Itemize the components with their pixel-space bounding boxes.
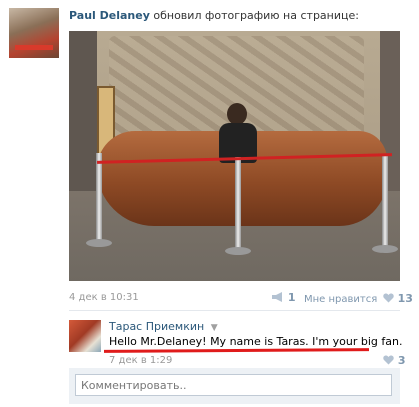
comment-like-button[interactable]: 3 xyxy=(383,354,406,367)
red-underline-annotation xyxy=(103,348,370,353)
post-action-text: обновил фотографию на странице: xyxy=(153,9,359,22)
like-label: Мне нравится xyxy=(304,294,378,305)
megaphone-icon xyxy=(272,292,282,302)
like-button[interactable]: Мне нравится 13 xyxy=(304,292,413,305)
post-header: Paul Delaney обновил фотографию на стран… xyxy=(69,9,359,22)
avatar-sign xyxy=(15,45,53,50)
post-date-link[interactable]: 4 дек в 10:31 xyxy=(69,292,139,303)
divider xyxy=(69,310,400,311)
photo-person-head xyxy=(227,103,247,125)
post-author-link[interactable]: Paul Delaney xyxy=(69,9,150,22)
photo-stanchion xyxy=(96,153,102,243)
share-button[interactable]: 1 xyxy=(271,291,296,304)
chevron-down-icon[interactable]: ▼ xyxy=(211,323,218,333)
photo-stanchion xyxy=(235,157,241,252)
photo-stanchion-base xyxy=(86,239,112,247)
comment-date-link[interactable]: 7 дек в 1:29 xyxy=(109,355,172,366)
comment-text: Hello Mr.Delaney! My name is Taras. I'm … xyxy=(109,335,403,348)
photo-stanchion-base xyxy=(372,245,398,253)
post-photo[interactable] xyxy=(69,31,400,281)
photo-stanchion xyxy=(382,155,388,250)
comment-avatar[interactable] xyxy=(69,320,101,352)
comment-box xyxy=(69,368,400,404)
photo-pillar-left xyxy=(69,31,97,191)
heart-icon xyxy=(383,293,395,303)
author-avatar[interactable] xyxy=(9,8,59,58)
comment-author-link[interactable]: Тарас Приемкин xyxy=(109,320,204,333)
comment-like-count: 3 xyxy=(397,354,406,367)
comment-author-row: Тарас Приемкин ▼ xyxy=(109,320,218,333)
comment-input[interactable] xyxy=(75,374,392,396)
heart-icon xyxy=(383,355,394,365)
share-count: 1 xyxy=(287,291,296,304)
photo-stanchion-base xyxy=(225,247,251,255)
like-count: 13 xyxy=(397,292,413,305)
